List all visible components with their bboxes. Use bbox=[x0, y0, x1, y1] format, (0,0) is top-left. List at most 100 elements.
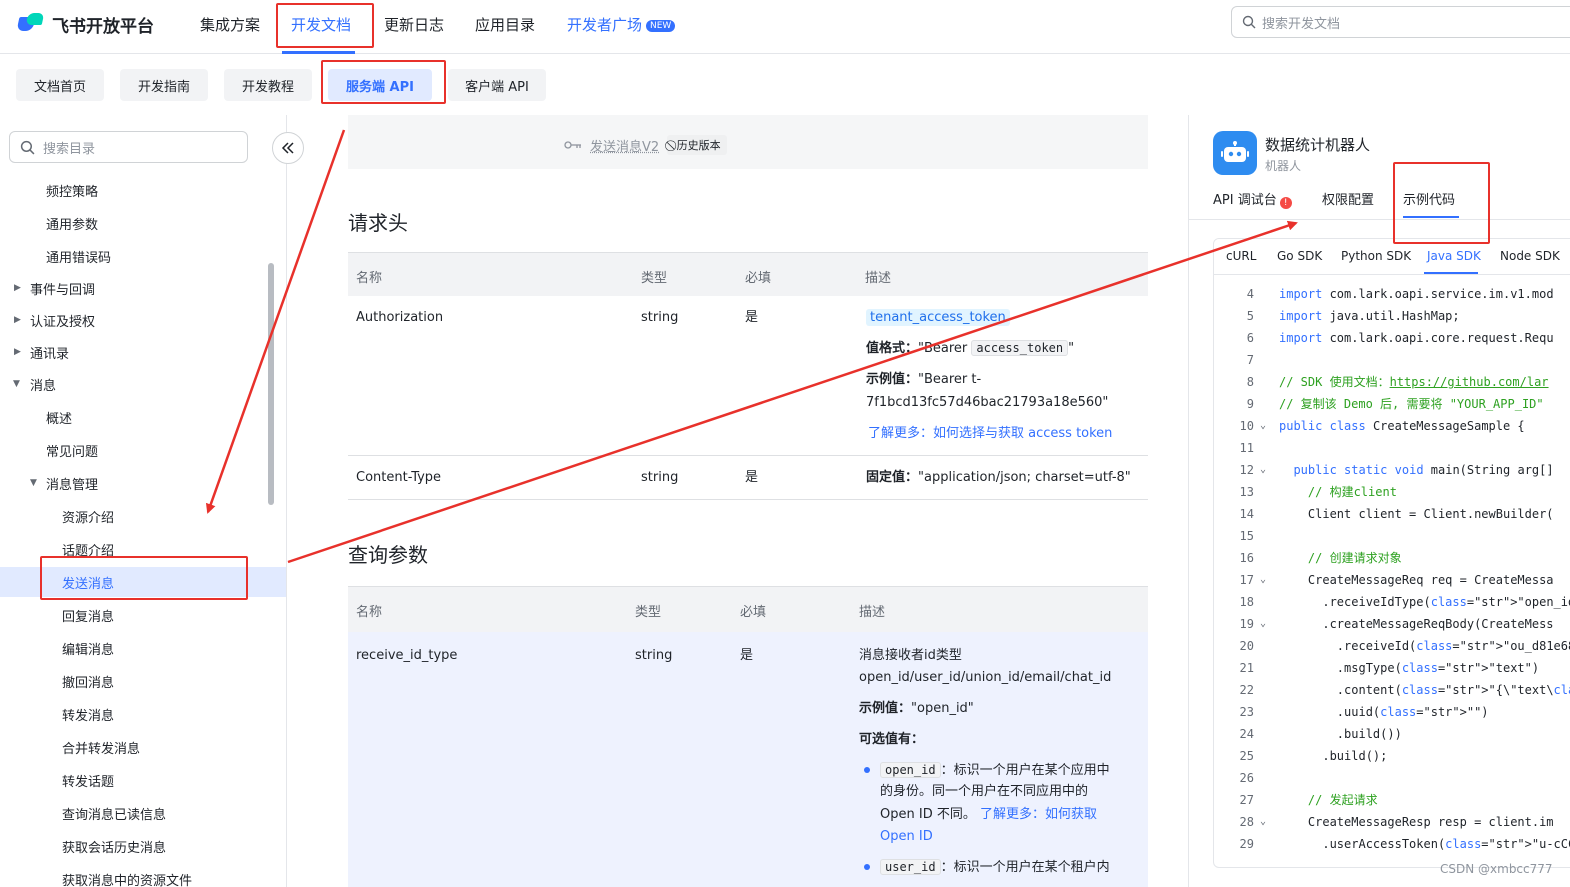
line-number: 6 bbox=[1246, 331, 1254, 345]
new-badge: NEW bbox=[646, 20, 676, 32]
sidebar-item-forward-thread[interactable]: 转发话题 bbox=[0, 765, 286, 795]
option-user-id: user_id ：标识一个用户在某个租户内 bbox=[880, 856, 1110, 879]
tab-client-api[interactable]: 客户端 API bbox=[448, 69, 546, 101]
code-line: 4 import com.lark.oapi.service.im.v1.mod bbox=[1214, 283, 1570, 305]
doc-sidebar: 搜索目录 频控策略 通用参数 通用错误码 ▶ 事件与回调 ▶ 认证及授权 ▶ 通讯录 … bbox=[0, 115, 287, 887]
sdk-tab-python[interactable]: Python SDK bbox=[1341, 249, 1411, 263]
bullet-dot bbox=[864, 767, 870, 773]
fold-chevron-icon[interactable]: ⌄ bbox=[1260, 569, 1266, 591]
logo[interactable]: 飞书开放平台 bbox=[16, 12, 154, 37]
doc-search-input[interactable]: 搜索开发文档 bbox=[1231, 6, 1570, 38]
line-number: 19 bbox=[1239, 617, 1254, 631]
code-text: import java.util.HashMap; bbox=[1279, 309, 1460, 323]
option-text-cont: 的身份。同一个用户在不同应用中的 bbox=[880, 784, 1089, 799]
code-text: Client client = Client.newBuilder( bbox=[1279, 507, 1554, 521]
fixed-label: 固定值： bbox=[866, 470, 919, 485]
tab-dev-tutorial[interactable]: 开发教程 bbox=[224, 69, 312, 101]
code-line: 13 // 构建client bbox=[1214, 481, 1570, 503]
sdk-tab-node[interactable]: Node SDK bbox=[1500, 249, 1560, 263]
open-id-link-cont[interactable]: Open ID bbox=[880, 826, 933, 848]
tab-api-console-label: API 调试台 bbox=[1213, 193, 1277, 208]
top-navbar: 飞书开放平台 集成方案 开发文档 更新日志 应用目录 开发者广场 NEW 搜索开发… bbox=[0, 0, 1570, 54]
fold-chevron-icon[interactable]: ⌄ bbox=[1260, 613, 1266, 635]
code-text: CreateMessageResp resp = client.im bbox=[1279, 815, 1554, 829]
sidebar-item-label: 认证及授权 bbox=[30, 314, 96, 330]
sidebar-item-send-message[interactable]: 发送消息 bbox=[0, 567, 286, 597]
sidebar-item-forward-message[interactable]: 转发消息 bbox=[0, 699, 286, 729]
nav-app-directory[interactable]: 应用目录 bbox=[475, 14, 535, 35]
sidebar-item-read-info[interactable]: 查询消息已读信息 bbox=[0, 798, 286, 828]
tab-doc-home[interactable]: 文档首页 bbox=[16, 69, 104, 101]
learn-more-open-id-link[interactable]: 了解更多：如何获取 bbox=[980, 807, 1097, 822]
sdk-tab-curl[interactable]: cURL bbox=[1226, 249, 1256, 263]
sidebar-item-get-resource[interactable]: 获取消息中的资源文件 bbox=[0, 864, 286, 887]
sdk-tab-go[interactable]: Go SDK bbox=[1277, 249, 1322, 263]
nav-dev-square[interactable]: 开发者广场 NEW bbox=[567, 14, 676, 35]
sidebar-item-overview[interactable]: 概述 bbox=[0, 402, 286, 432]
catalog-search-input[interactable]: 搜索目录 bbox=[9, 131, 248, 163]
sidebar-item-label: 获取会话历史消息 bbox=[62, 840, 167, 856]
sidebar-item-faq[interactable]: 常见问题 bbox=[0, 435, 286, 465]
sdk-tab-java[interactable]: Java SDK bbox=[1427, 249, 1481, 263]
tab-server-api[interactable]: 服务端 API bbox=[328, 69, 432, 101]
code-text: public class CreateMessageSample { bbox=[1279, 419, 1525, 433]
sidebar-item-reply-message[interactable]: 回复消息 bbox=[0, 600, 286, 630]
fixed-text: "application/json; charset=utf-8" bbox=[918, 470, 1131, 485]
tab-dev-guide[interactable]: 开发指南 bbox=[120, 69, 208, 101]
code-line: 14 Client client = Client.newBuilder( bbox=[1214, 503, 1570, 525]
sidebar-item-error-codes[interactable]: 通用错误码 bbox=[0, 241, 286, 271]
sdk-tabs: cURL Go SDK Python SDK Java SDK Node SDK bbox=[1214, 239, 1570, 275]
learn-more-token-link[interactable]: 了解更多：如何选择与获取 access token bbox=[868, 423, 1112, 445]
caret-down-icon: ▼ bbox=[13, 379, 20, 389]
option-text: ：标识一个用户在某个应用中 bbox=[940, 763, 1110, 778]
sidebar-item-message-management[interactable]: ▼ 消息管理 bbox=[0, 468, 286, 498]
code-line: 10 ⌄ public class CreateMessageSample { bbox=[1214, 415, 1570, 437]
send-message-v2-link[interactable]: 发送消息V2 bbox=[590, 136, 659, 155]
sidebar-item-events[interactable]: ▶ 事件与回调 bbox=[0, 273, 286, 303]
bot-type: 机器人 bbox=[1265, 159, 1302, 173]
fold-chevron-icon[interactable]: ⌄ bbox=[1260, 811, 1266, 833]
related-api-card bbox=[348, 115, 1148, 169]
sidebar-item-message[interactable]: ▼ 消息 bbox=[0, 369, 286, 399]
option-text: ：标识一个用户在某个租户内 bbox=[940, 860, 1110, 875]
fold-chevron-icon[interactable]: ⌄ bbox=[1260, 459, 1266, 481]
sidebar-item-merge-forward[interactable]: 合并转发消息 bbox=[0, 732, 286, 762]
sidebar-item-label: 资源介绍 bbox=[62, 510, 115, 526]
sidebar-item-label: 消息 bbox=[30, 378, 57, 394]
sidebar-item-history[interactable]: 获取会话历史消息 bbox=[0, 831, 286, 861]
col-required: 必填 bbox=[745, 271, 772, 286]
code-text: .msgType(class="str">"text") bbox=[1279, 661, 1540, 675]
sidebar-item-contacts[interactable]: ▶ 通讯录 bbox=[0, 337, 286, 367]
nav-changelog[interactable]: 更新日志 bbox=[384, 14, 444, 35]
example-label: 示例值： bbox=[866, 372, 919, 387]
sidebar-item-rate-limit[interactable]: 频控策略 bbox=[0, 175, 286, 205]
tab-api-console[interactable]: API 调试台! bbox=[1213, 189, 1292, 209]
code-sample-card: cURL Go SDK Python SDK Java SDK Node SDK… bbox=[1213, 238, 1570, 868]
sidebar-item-threads[interactable]: 话题介绍 bbox=[0, 534, 286, 564]
alert-icon: ! bbox=[1279, 197, 1292, 209]
sidebar-item-edit-message[interactable]: 编辑消息 bbox=[0, 633, 286, 663]
sidebar-scrollbar[interactable] bbox=[268, 263, 274, 505]
code-line: 6 import com.lark.oapi.core.request.Requ bbox=[1214, 327, 1570, 349]
code-text: CreateMessageReq req = CreateMessa bbox=[1279, 573, 1554, 587]
nav-integration[interactable]: 集成方案 bbox=[200, 14, 260, 35]
collapse-sidebar-button[interactable] bbox=[272, 132, 304, 164]
sidebar-item-label: 事件与回调 bbox=[30, 282, 96, 298]
double-chevron-left-icon bbox=[281, 142, 294, 154]
sidebar-item-recall-message[interactable]: 撤回消息 bbox=[0, 666, 286, 696]
sidebar-item-auth[interactable]: ▶ 认证及授权 bbox=[0, 305, 286, 335]
sidebar-item-resources[interactable]: 资源介绍 bbox=[0, 501, 286, 531]
tab-sample-code[interactable]: 示例代码 bbox=[1403, 189, 1455, 208]
tab-permissions[interactable]: 权限配置 bbox=[1322, 189, 1374, 208]
fold-chevron-icon[interactable]: ⌄ bbox=[1260, 415, 1266, 437]
code-text: import com.lark.oapi.service.im.v1.mod bbox=[1279, 287, 1554, 301]
line-number: 29 bbox=[1239, 837, 1254, 851]
key-icon bbox=[564, 141, 581, 149]
line-number: 21 bbox=[1239, 661, 1254, 675]
nav-dev-docs[interactable]: 开发文档 bbox=[291, 14, 351, 35]
line-number: 4 bbox=[1246, 287, 1254, 301]
bot-name: 数据统计机器人 bbox=[1265, 136, 1371, 154]
sidebar-item-common-params[interactable]: 通用参数 bbox=[0, 208, 286, 238]
value-format: 值格式："Bearer access_token " bbox=[866, 337, 1074, 360]
sidebar-item-label: 转发话题 bbox=[62, 774, 115, 790]
